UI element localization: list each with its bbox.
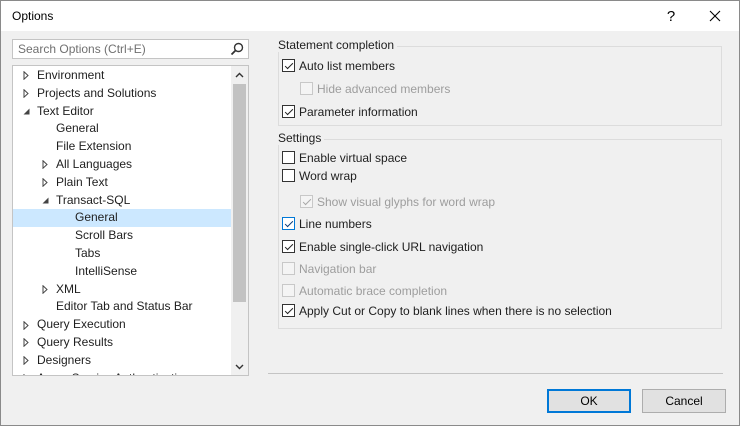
tree-item-label: Projects and Solutions <box>37 85 157 100</box>
tree-item-label: All Languages <box>56 156 133 171</box>
checkbox-unchecked <box>300 82 313 95</box>
statement-completion-group: Statement completion Auto list members Hi… <box>278 38 722 126</box>
tree-item-scroll-bars[interactable]: Scroll Bars <box>13 227 231 245</box>
scroll-up-button[interactable] <box>231 66 248 83</box>
checkbox-unchecked <box>282 262 295 275</box>
ok-button[interactable]: OK <box>547 389 631 413</box>
chevron-down-icon <box>235 364 244 369</box>
checkbox-unchecked[interactable] <box>282 151 295 164</box>
option-label: Automatic brace completion <box>299 284 448 298</box>
tree-item-all-languages[interactable]: All Languages <box>13 156 231 174</box>
checkbox-unchecked <box>282 284 295 297</box>
help-button[interactable]: ? <box>649 1 693 31</box>
title-bar: Options ? <box>1 1 739 31</box>
tree-item-label: General <box>56 121 99 136</box>
tree-item-label: Query Results <box>37 334 114 349</box>
tree-item-label: Scroll Bars <box>75 228 134 243</box>
tree-item-xml[interactable]: XML <box>13 281 231 299</box>
tree-item-label: File Extension <box>56 139 132 154</box>
tree-item-label: Plain Text <box>56 174 108 189</box>
option-label: Navigation bar <box>299 262 377 276</box>
search-options-box[interactable] <box>12 39 249 59</box>
scroll-thumb[interactable] <box>233 84 246 302</box>
tree-item-query-execution[interactable]: Query Execution <box>13 316 231 334</box>
expand-arrow-icon[interactable] <box>21 370 31 375</box>
close-button[interactable] <box>693 1 737 31</box>
expand-arrow-icon[interactable] <box>40 281 50 299</box>
option-label: Apply Cut or Copy to blank lines when th… <box>299 304 612 318</box>
close-icon <box>709 10 721 22</box>
expand-arrow-icon[interactable] <box>40 156 50 174</box>
option-label: Enable virtual space <box>299 151 408 165</box>
tree-rows: Environment Projects and Solutions Text Ed… <box>13 67 231 375</box>
tree-item-designers[interactable]: Designers <box>13 352 231 370</box>
option-label: Word wrap <box>299 169 357 183</box>
settings-legend: Settings <box>278 131 325 145</box>
tree-item-projects-and-solutions[interactable]: Projects and Solutions <box>13 85 231 103</box>
tree-item-label: IntelliSense <box>75 263 138 278</box>
checkbox-checked[interactable] <box>282 240 295 253</box>
tree-item-label: Query Execution <box>37 317 126 332</box>
expand-arrow-icon[interactable] <box>21 85 31 103</box>
option-label: Auto list members <box>299 59 396 73</box>
checkbox-checked <box>300 195 313 208</box>
checkbox-checked[interactable] <box>282 59 295 72</box>
collapse-arrow-icon[interactable] <box>40 192 50 210</box>
option-label: Show visual glyphs for word wrap <box>317 195 496 209</box>
expand-arrow-icon[interactable] <box>21 67 31 85</box>
tree-item-label: XML <box>56 281 81 296</box>
checkbox-unchecked[interactable] <box>282 169 295 182</box>
tree-item-label: Editor Tab and Status Bar <box>56 299 193 314</box>
footer-separator <box>268 373 723 374</box>
options-dialog: Options ? Environment Projects and Soluti… <box>0 0 740 426</box>
tree-item-label: Transact-SQL <box>56 192 131 207</box>
expand-arrow-icon[interactable] <box>40 174 50 192</box>
checkbox-checked[interactable] <box>282 105 295 118</box>
option-label: Enable single-click URL navigation <box>299 240 484 254</box>
tree-item-label: Designers <box>37 352 92 367</box>
search-input[interactable] <box>13 40 228 58</box>
expand-arrow-icon[interactable] <box>21 352 31 370</box>
statement-completion-legend: Statement completion <box>278 38 398 52</box>
settings-group: Settings Enable virtual space Word wrap Sh… <box>278 131 722 329</box>
tree-item-label: Text Editor <box>37 103 94 118</box>
option-label: Hide advanced members <box>317 82 451 96</box>
tree-item-general[interactable]: General <box>13 209 231 228</box>
checkbox-checked[interactable] <box>282 304 295 317</box>
expand-arrow-icon[interactable] <box>21 316 31 334</box>
tree-item-editor-tab-and-status-bar[interactable]: Editor Tab and Status Bar <box>13 298 231 316</box>
tree-item-label: Azure Service Authentication <box>37 370 190 375</box>
tree-item-label: General <box>75 210 118 225</box>
search-icon[interactable] <box>230 42 244 56</box>
checkbox-checked[interactable] <box>282 217 295 230</box>
cancel-button[interactable]: Cancel <box>642 389 726 413</box>
option-label: Line numbers <box>299 217 372 231</box>
tree-item-transact-sql[interactable]: Transact-SQL <box>13 192 231 210</box>
window-title: Options <box>12 9 54 23</box>
tree-item-tabs[interactable]: Tabs <box>13 245 231 263</box>
option-label: Parameter information <box>299 105 418 119</box>
expand-arrow-icon[interactable] <box>21 334 31 352</box>
tree-item-azure-service-authentication[interactable]: Azure Service Authentication <box>13 370 231 375</box>
tree-item-text-editor[interactable]: Text Editor <box>13 103 231 121</box>
tree-scrollbar[interactable] <box>231 66 248 375</box>
tree-item-query-results[interactable]: Query Results <box>13 334 231 352</box>
options-tree[interactable]: Environment Projects and Solutions Text Ed… <box>12 65 249 376</box>
tree-item-label: Environment <box>37 68 105 82</box>
tree-item-general[interactable]: General <box>13 120 231 138</box>
tree-item-plain-text[interactable]: Plain Text <box>13 174 231 192</box>
collapse-arrow-icon[interactable] <box>21 103 31 121</box>
tree-item-label: Tabs <box>75 245 101 260</box>
tree-item-environment[interactable]: Environment <box>13 67 231 85</box>
chevron-up-icon <box>235 72 244 77</box>
tree-item-intellisense[interactable]: IntelliSense <box>13 263 231 281</box>
tree-item-file-extension[interactable]: File Extension <box>13 138 231 156</box>
scroll-down-button[interactable] <box>231 358 248 375</box>
